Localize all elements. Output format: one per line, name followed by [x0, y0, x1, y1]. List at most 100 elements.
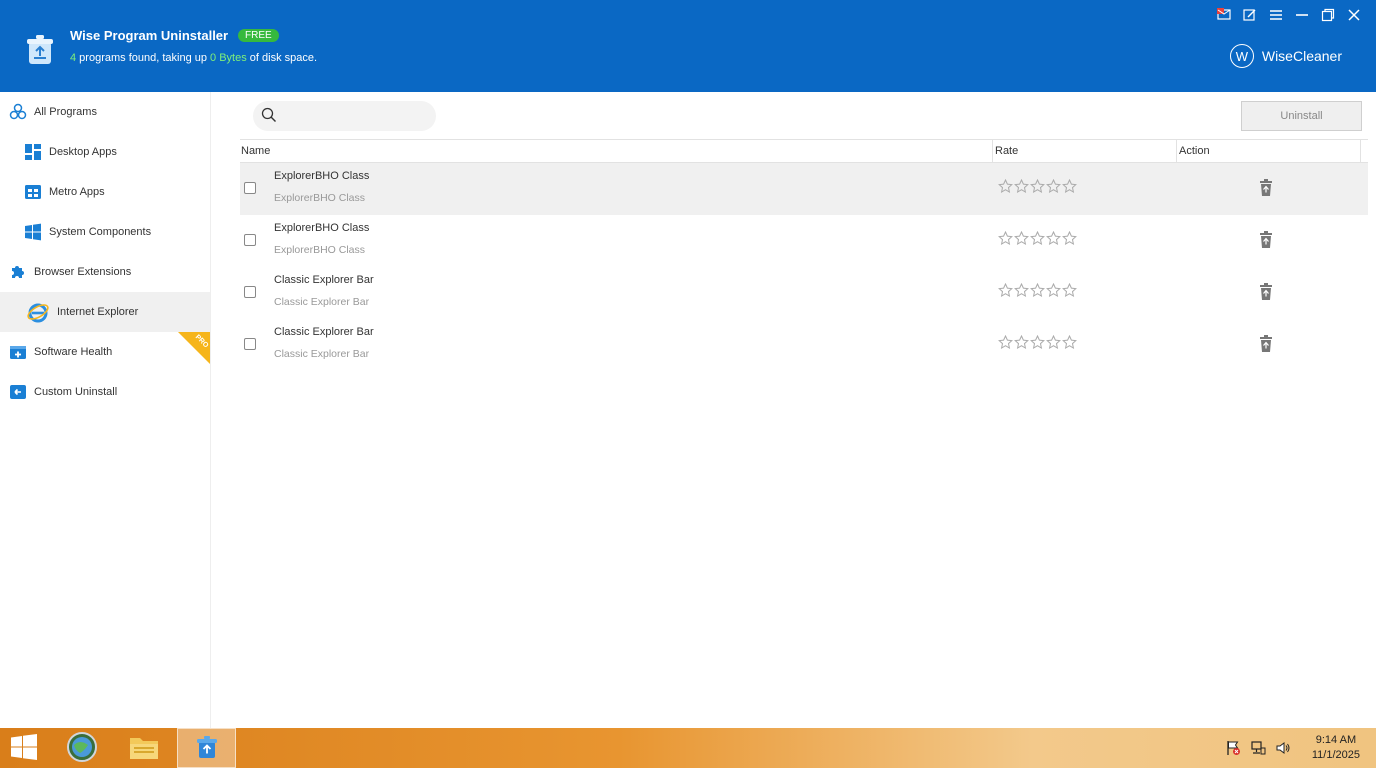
star-icon: [1014, 231, 1029, 245]
sidebar-item-custom-uninstall[interactable]: Custom Uninstall: [0, 372, 210, 412]
program-publisher: ExplorerBHO Class: [274, 192, 366, 204]
free-badge: FREE: [238, 29, 279, 42]
search-icon: [261, 107, 277, 126]
feedback-icon[interactable]: [1216, 6, 1232, 24]
network-icon[interactable]: [1250, 740, 1266, 756]
star-icon: [1014, 179, 1029, 193]
trash-icon[interactable]: [1258, 179, 1274, 200]
sidebar-item-desktop-apps[interactable]: Desktop Apps: [0, 132, 210, 172]
minimize-icon[interactable]: [1294, 6, 1310, 24]
app-title: Wise Program Uninstaller: [70, 28, 229, 43]
clock-date: 11/1/2025: [1311, 749, 1360, 761]
rating-stars[interactable]: [998, 231, 1077, 245]
pro-ribbon: PRO: [178, 332, 210, 364]
star-icon: [1014, 283, 1029, 297]
sidebar-item-label: Custom Uninstall: [34, 386, 118, 398]
rating-stars[interactable]: [998, 283, 1077, 297]
column-divider[interactable]: [992, 140, 993, 162]
clock[interactable]: 9:14 AM 11/1/2025: [1312, 733, 1360, 763]
sidebar-item-all-programs[interactable]: All Programs: [0, 92, 210, 132]
browser-globe-icon: [66, 731, 98, 766]
programs-table: Name Rate Action ExplorerBHO Class Explo…: [240, 139, 1368, 371]
taskbar-wise-uninstaller[interactable]: [177, 728, 236, 768]
sidebar-item-label: Metro Apps: [49, 186, 105, 198]
window-controls: [1216, 6, 1362, 24]
star-icon: [1062, 283, 1077, 297]
app-header: Wise Program Uninstaller FREE 4 programs…: [0, 0, 1376, 92]
table-header: Name Rate Action: [240, 139, 1368, 163]
taskbar-file-explorer[interactable]: [118, 728, 170, 768]
desktop-apps-icon: [24, 143, 42, 161]
table-row[interactable]: Classic Explorer Bar Classic Explorer Ba…: [240, 267, 1368, 319]
row-checkbox[interactable]: [244, 234, 256, 246]
program-publisher: Classic Explorer Bar: [274, 348, 370, 360]
star-icon: [1046, 179, 1061, 193]
trash-icon[interactable]: [1258, 283, 1274, 304]
star-icon: [1046, 335, 1061, 349]
menu-icon[interactable]: [1268, 6, 1284, 24]
table-row[interactable]: ExplorerBHO Class ExplorerBHO Class: [240, 163, 1368, 215]
star-icon: [1030, 179, 1045, 193]
edit-icon[interactable]: [1242, 6, 1258, 24]
sidebar-item-label: System Components: [49, 226, 152, 238]
program-name: Classic Explorer Bar: [274, 326, 374, 338]
wisecleaner-brand[interactable]: W WiseCleaner: [1229, 44, 1342, 68]
program-name: ExplorerBHO Class: [274, 222, 370, 234]
main-panel: Uninstall Name Rate Action ExplorerBHO C…: [212, 92, 1376, 728]
windows-icon: [24, 223, 42, 241]
rating-stars[interactable]: [998, 335, 1077, 349]
uninstall-button[interactable]: Uninstall: [1241, 101, 1362, 131]
column-divider[interactable]: [1360, 140, 1361, 162]
summary-text-end: of disk space.: [246, 52, 318, 64]
star-icon: [1014, 335, 1029, 349]
sidebar-item-internet-explorer[interactable]: Internet Explorer: [0, 292, 210, 332]
row-checkbox[interactable]: [244, 182, 256, 194]
sidebar-item-label: Internet Explorer: [57, 306, 139, 318]
sidebar-item-label: Desktop Apps: [49, 146, 117, 158]
action-center-flag-icon[interactable]: [1225, 740, 1241, 756]
metro-apps-icon: [24, 183, 42, 201]
program-publisher: ExplorerBHO Class: [274, 244, 366, 256]
table-row[interactable]: Classic Explorer Bar Classic Explorer Ba…: [240, 319, 1368, 371]
system-tray: 9:14 AM 11/1/2025: [1225, 728, 1376, 768]
star-icon: [1030, 231, 1045, 245]
ie-icon: [26, 300, 50, 324]
wisecleaner-logo-icon: W: [1229, 44, 1254, 68]
star-icon: [998, 179, 1013, 193]
column-header-rate[interactable]: Rate: [995, 145, 1018, 157]
clock-time: 9:14 AM: [1315, 734, 1357, 746]
taskbar-browser-app[interactable]: [56, 728, 108, 768]
star-icon: [1062, 179, 1077, 193]
sidebar: All Programs Desktop Apps Metro Apps Sys…: [0, 92, 211, 728]
volume-icon[interactable]: [1275, 740, 1291, 756]
column-header-name[interactable]: Name: [241, 145, 270, 157]
search-input[interactable]: [283, 110, 423, 122]
sidebar-item-software-health[interactable]: Software Health PRO: [0, 332, 210, 372]
restore-icon[interactable]: [1320, 6, 1336, 24]
star-icon: [998, 231, 1013, 245]
star-icon: [1046, 231, 1061, 245]
windows-start-icon: [10, 733, 38, 763]
sidebar-item-label: Browser Extensions: [34, 266, 132, 278]
pro-badge: PRO: [193, 333, 210, 350]
trash-icon[interactable]: [1258, 335, 1274, 356]
column-divider[interactable]: [1176, 140, 1177, 162]
puzzle-icon: [9, 263, 27, 281]
sidebar-item-system-components[interactable]: System Components: [0, 212, 210, 252]
sidebar-item-metro-apps[interactable]: Metro Apps: [0, 172, 210, 212]
table-row[interactable]: ExplorerBHO Class ExplorerBHO Class: [240, 215, 1368, 267]
row-checkbox[interactable]: [244, 338, 256, 350]
start-button[interactable]: [0, 728, 48, 768]
column-header-action[interactable]: Action: [1179, 145, 1210, 157]
summary-text-mid: programs found, taking up: [76, 52, 211, 64]
star-icon: [1030, 335, 1045, 349]
disk-space-value: 0 Bytes: [210, 52, 247, 64]
rating-stars[interactable]: [998, 179, 1077, 193]
star-icon: [998, 283, 1013, 297]
close-icon[interactable]: [1346, 6, 1362, 24]
row-checkbox[interactable]: [244, 286, 256, 298]
recycle-bin-logo-icon: [22, 32, 58, 68]
search-box[interactable]: [253, 101, 436, 131]
trash-icon[interactable]: [1258, 231, 1274, 252]
sidebar-item-browser-extensions[interactable]: Browser Extensions: [0, 252, 210, 292]
